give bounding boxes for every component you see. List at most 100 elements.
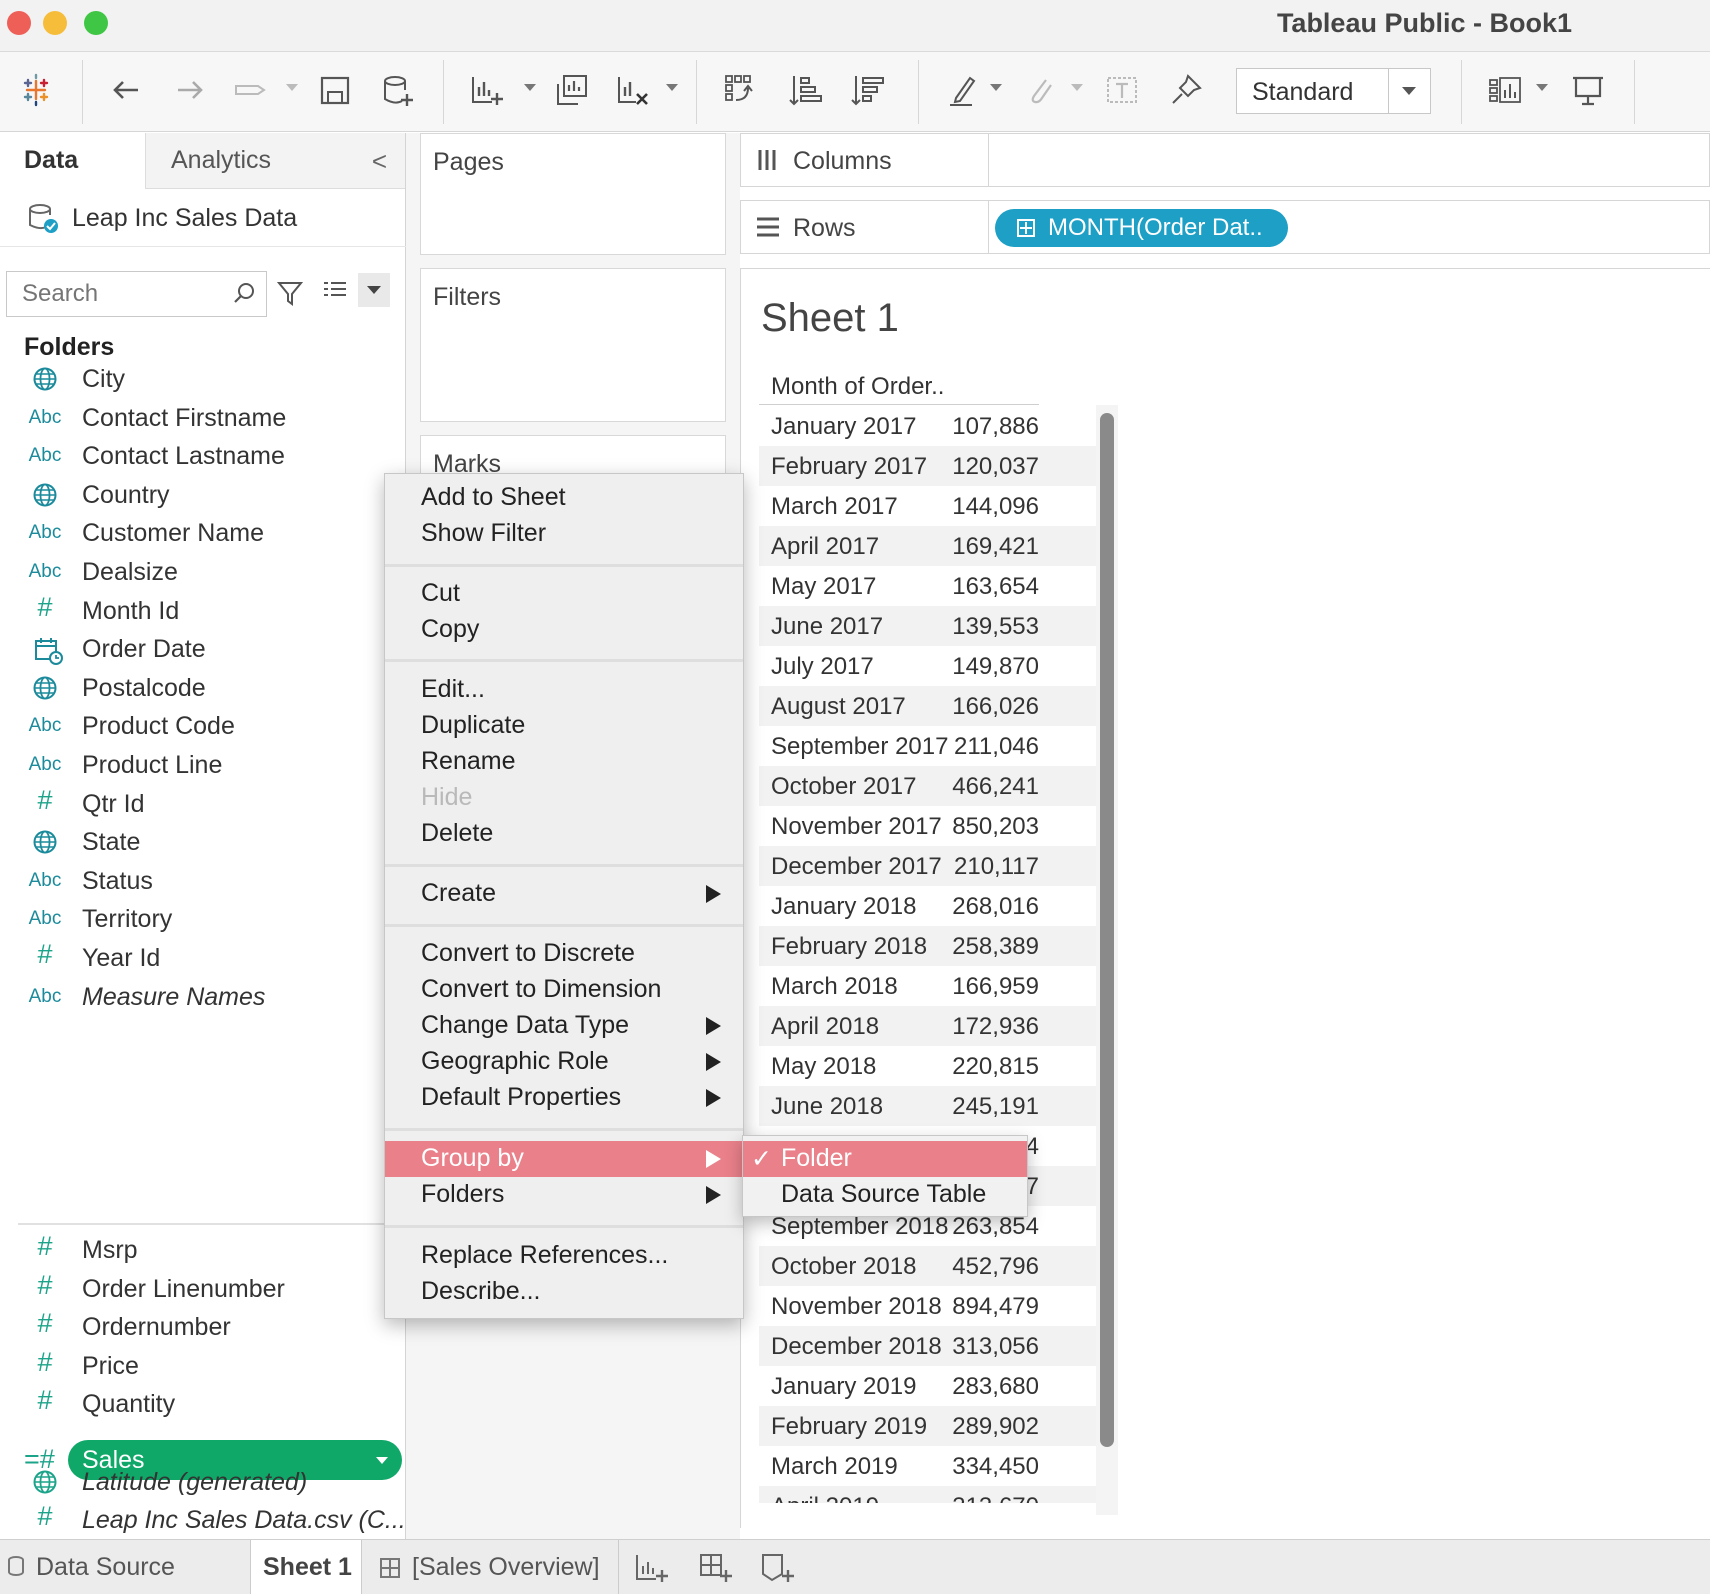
menu-item-edit[interactable]: Edit... [385, 672, 743, 708]
table-row[interactable]: March 2019 334,450 [759, 1446, 1099, 1486]
submenu-item-data-source-table[interactable]: Data Source Table [743, 1177, 1027, 1213]
data-pane-menu-dropdown[interactable] [358, 273, 390, 307]
menu-item-geographic-role[interactable]: Geographic Role [385, 1044, 743, 1080]
field-product-code[interactable]: Abc Product Code [0, 705, 406, 745]
table-row[interactable]: March 2018 166,959 [759, 966, 1099, 1006]
filters-card[interactable]: Filters [420, 268, 726, 422]
close-window-button[interactable] [7, 11, 31, 35]
show-mark-labels-icon[interactable] [1102, 70, 1142, 110]
tableau-logo-icon[interactable] [16, 70, 56, 110]
column-header[interactable]: Month of Order.. [771, 373, 944, 401]
table-row[interactable]: May 2017 163,654 [759, 566, 1099, 606]
menu-item-rename[interactable]: Rename [385, 744, 743, 780]
new-story-tab-icon[interactable] [760, 1552, 796, 1584]
menu-item-delete[interactable]: Delete [385, 816, 743, 852]
table-row[interactable]: December 2017 210,117 [759, 846, 1099, 886]
chevron-down-icon[interactable] [1388, 69, 1430, 113]
pages-card[interactable]: Pages [420, 133, 726, 255]
tab-sales-overview[interactable]: [Sales Overview] [362, 1540, 619, 1594]
field-order-date[interactable]: Order Date [0, 628, 406, 668]
columns-shelf[interactable]: Columns [740, 133, 1710, 187]
menu-item-group-by[interactable]: Group by [385, 1141, 743, 1177]
undo-icon[interactable] [106, 70, 146, 110]
field-leap-inc-sales-data-csv-c[interactable]: # Leap Inc Sales Data.csv (C... [0, 1499, 406, 1539]
table-row[interactable]: December 2018 313,056 [759, 1326, 1099, 1366]
field-product-line[interactable]: Abc Product Line [0, 744, 406, 784]
menu-item-cut[interactable]: Cut [385, 576, 743, 612]
menu-item-replace-references[interactable]: Replace References... [385, 1238, 743, 1274]
vertical-scrollbar[interactable] [1100, 413, 1114, 1447]
highlight-dropdown-caret[interactable] [990, 84, 1002, 91]
table-row[interactable]: July 2017 149,870 [759, 646, 1099, 686]
view-as-list-icon[interactable] [322, 279, 348, 303]
field-ordernumber[interactable]: # Ordernumber [0, 1306, 406, 1346]
table-row[interactable]: February 2017 120,037 [759, 446, 1099, 486]
search-field[interactable] [6, 271, 267, 317]
table-row[interactable]: April 2018 172,936 [759, 1006, 1099, 1046]
submenu-item-folder[interactable]: ✓ Folder [743, 1141, 1027, 1177]
field-customer-name[interactable]: Abc Customer Name [0, 512, 406, 552]
menu-item-default-properties[interactable]: Default Properties [385, 1080, 743, 1116]
field-latitude-generated[interactable]: Latitude (generated) [0, 1461, 406, 1501]
show-cards-icon[interactable] [1484, 70, 1524, 110]
zoom-window-button[interactable] [84, 11, 108, 35]
table-row[interactable]: November 2018 894,479 [759, 1286, 1099, 1326]
sheet-title[interactable]: Sheet 1 [761, 296, 899, 341]
table-row[interactable]: September 2017 211,046 [759, 726, 1099, 766]
menu-item-add-to-sheet[interactable]: Add to Sheet [385, 480, 743, 516]
table-row[interactable]: May 2018 220,815 [759, 1046, 1099, 1086]
field-order-linenumber[interactable]: # Order Linenumber [0, 1268, 406, 1308]
replay-animation-icon[interactable] [230, 70, 270, 110]
field-state[interactable]: State [0, 821, 406, 861]
field-qtr-id[interactable]: # Qtr Id [0, 783, 406, 823]
search-input[interactable] [7, 272, 217, 316]
menu-item-create[interactable]: Create [385, 876, 743, 912]
table-row[interactable]: June 2018 245,191 [759, 1086, 1099, 1126]
show-cards-dropdown-caret[interactable] [1536, 84, 1548, 91]
table-row[interactable]: January 2019 283,680 [759, 1366, 1099, 1406]
expand-plus-icon[interactable] [1017, 219, 1035, 237]
field-measure-names[interactable]: Abc Measure Names [0, 976, 406, 1016]
new-worksheet-dropdown-caret[interactable] [524, 84, 536, 91]
new-data-source-icon[interactable] [378, 70, 418, 110]
menu-item-copy[interactable]: Copy [385, 612, 743, 648]
table-row[interactable]: April 2017 169,421 [759, 526, 1099, 566]
minimize-window-button[interactable] [43, 11, 67, 35]
table-row[interactable]: February 2018 258,389 [759, 926, 1099, 966]
replay-dropdown-caret[interactable] [286, 84, 298, 91]
tab-analytics[interactable]: Analytics < [145, 133, 405, 189]
new-worksheet-tab-icon[interactable] [634, 1552, 670, 1584]
field-msrp[interactable]: # Msrp [0, 1229, 406, 1269]
tab-data[interactable]: Data [0, 133, 145, 189]
tab-data-source[interactable]: Data Source [0, 1540, 250, 1594]
menu-item-duplicate[interactable]: Duplicate [385, 708, 743, 744]
table-row[interactable]: March 2017 144,096 [759, 486, 1099, 526]
field-contact-firstname[interactable]: Abc Contact Firstname [0, 397, 406, 437]
sort-descending-icon[interactable] [848, 70, 888, 110]
table-row[interactable]: June 2017 139,553 [759, 606, 1099, 646]
field-city[interactable]: City [0, 358, 406, 398]
save-icon[interactable] [315, 70, 355, 110]
field-territory[interactable]: Abc Territory [0, 898, 406, 938]
menu-item-convert-to-discrete[interactable]: Convert to Discrete [385, 936, 743, 972]
swap-rows-columns-icon[interactable] [720, 70, 760, 110]
table-row[interactable]: January 2018 268,016 [759, 886, 1099, 926]
menu-item-change-data-type[interactable]: Change Data Type [385, 1008, 743, 1044]
data-source-row[interactable]: Leap Inc Sales Data [0, 189, 406, 247]
clear-sheet-dropdown-caret[interactable] [666, 84, 678, 91]
table-row[interactable]: August 2017 166,026 [759, 686, 1099, 726]
field-contact-lastname[interactable]: Abc Contact Lastname [0, 435, 406, 475]
field-price[interactable]: # Price [0, 1345, 406, 1385]
month-order-date-pill[interactable]: MONTH(Order Dat.. [995, 209, 1288, 247]
menu-item-convert-to-dimension[interactable]: Convert to Dimension [385, 972, 743, 1008]
field-status[interactable]: Abc Status [0, 860, 406, 900]
field-year-id[interactable]: # Year Id [0, 937, 406, 977]
menu-item-folders[interactable]: Folders [385, 1177, 743, 1213]
group-members-icon[interactable] [1020, 70, 1060, 110]
rows-shelf[interactable]: Rows MONTH(Order Dat.. [740, 200, 1710, 254]
tab-sheet1[interactable]: Sheet 1 [250, 1540, 362, 1594]
redo-icon[interactable] [170, 70, 210, 110]
table-row[interactable]: January 2017 107,886 [759, 406, 1099, 446]
field-postalcode[interactable]: Postalcode [0, 667, 406, 707]
table-row[interactable]: February 2019 289,902 [759, 1406, 1099, 1446]
